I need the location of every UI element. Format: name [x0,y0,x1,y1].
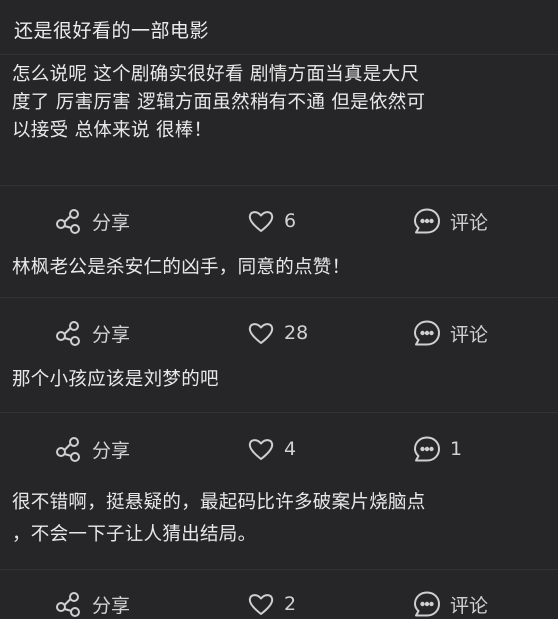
share-icon [54,318,84,348]
heart-icon [246,318,276,348]
post-body-line: 以接受 总体来说 很棒！ [12,120,213,141]
share-icon [54,206,84,236]
comment-action-bar: 分享 4 1 [0,431,558,467]
comment-button[interactable]: 1 [412,431,462,467]
comment-count: 1 [450,438,463,460]
like-count: 4 [284,438,297,460]
share-icon [54,589,84,619]
comment-label: 评论 [450,211,489,234]
comment-button[interactable]: 评论 [412,586,488,619]
comment-button[interactable]: 评论 [412,203,488,239]
share-button[interactable]: 分享 [54,431,130,467]
share-label: 分享 [92,439,131,462]
heart-icon [246,206,276,236]
post-title: 还是很好看的一部电影 [14,20,210,42]
comment-line: 很不错啊，挺悬疑的，最起码比许多破案片烧脑点 [12,492,426,513]
comment-action-bar: 分享 28 评论 [0,315,558,351]
comment-bubble-icon [412,206,442,236]
comment-line: 林枫老公是杀安仁的凶手，同意的点赞！ [12,257,351,278]
post-action-bar: 分享 6 评论 [0,203,558,239]
post-body: 怎么说呢 这个剧确实很好看 剧情方面当真是大尺 度了 厉害厉害 逻辑方面虽然稍有… [12,61,548,145]
post-body-line: 怎么说呢 这个剧确实很好看 剧情方面当真是大尺 [12,64,420,85]
heart-icon [246,434,276,464]
divider [0,297,558,298]
comment-label: 评论 [450,323,489,346]
share-label: 分享 [92,211,131,234]
comment-button[interactable]: 评论 [412,315,488,351]
like-button[interactable]: 6 [246,203,296,239]
like-count: 2 [284,593,297,615]
share-label: 分享 [92,594,131,617]
comment-text: 林枫老公是杀安仁的凶手，同意的点赞！ [12,254,548,282]
like-button[interactable]: 28 [246,315,308,351]
share-button[interactable]: 分享 [54,315,130,351]
divider [0,54,558,55]
like-count: 28 [284,322,309,344]
divider [0,412,558,413]
comment-text: 很不错啊，挺悬疑的，最起码比许多破案片烧脑点 ，不会一下子让人猜出结局。 [12,487,548,551]
share-button[interactable]: 分享 [54,586,130,619]
comment-action-bar: 分享 2 评论 [0,586,558,619]
heart-icon [246,589,276,619]
like-count: 6 [284,210,297,232]
like-button[interactable]: 4 [246,431,296,467]
post-body-line: 度了 厉害厉害 逻辑方面虽然稍有不通 但是依然可 [12,92,426,113]
comment-line: 那个小孩应该是刘梦的吧 [12,369,219,390]
divider [0,569,558,570]
share-icon [54,434,84,464]
share-button[interactable]: 分享 [54,203,130,239]
divider [0,185,558,186]
comment-line: ，不会一下子让人猜出结局。 [12,524,257,545]
comment-bubble-icon [412,434,442,464]
comment-bubble-icon [412,589,442,619]
comment-label: 评论 [450,594,489,617]
like-button[interactable]: 2 [246,586,296,619]
share-label: 分享 [92,323,131,346]
comment-text: 那个小孩应该是刘梦的吧 [12,366,548,394]
comment-bubble-icon [412,318,442,348]
